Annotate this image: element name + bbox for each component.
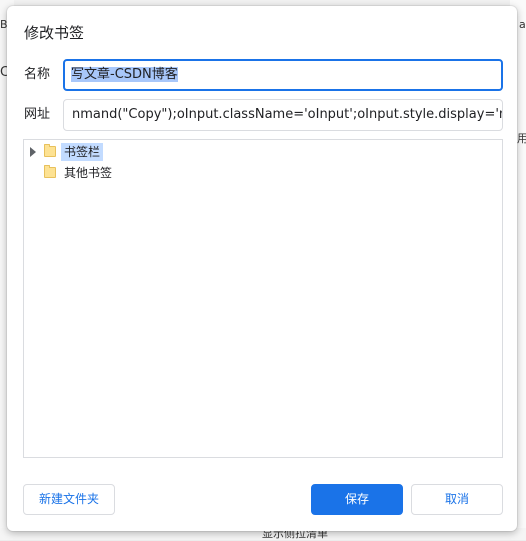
folder-icon (44, 165, 56, 178)
url-input-value: nmand("Copy");oInput.className='oInput';… (72, 107, 503, 122)
dialog-title: 修改书签 (24, 24, 85, 42)
edit-bookmark-dialog: 修改书签 名称 写文章-CSDN博客 网址 nmand("Copy");oInp… (7, 6, 517, 531)
new-folder-button[interactable]: 新建文件夹 (23, 484, 115, 515)
cancel-button[interactable]: 取消 (411, 484, 503, 515)
folder-tree[interactable]: 书签栏 其他书签 (23, 139, 503, 458)
tree-item-other-bookmarks[interactable]: 其他书签 (24, 163, 502, 183)
name-input[interactable]: 写文章-CSDN博客 (63, 59, 503, 91)
folder-icon (44, 144, 56, 157)
url-label: 网址 (24, 107, 51, 122)
background-text-fragment: 用 (517, 132, 526, 145)
tree-item-bookmarks-bar[interactable]: 书签栏 (24, 142, 502, 162)
name-label: 名称 (24, 67, 51, 82)
name-input-value: 写文章-CSDN博客 (71, 67, 178, 82)
expand-arrow-icon[interactable] (30, 147, 36, 157)
url-input[interactable]: nmand("Copy");oInput.className='oInput';… (63, 99, 503, 131)
background-text-fragment: a (519, 18, 526, 31)
tree-item-label: 其他书签 (64, 166, 113, 180)
save-button[interactable]: 保存 (311, 484, 403, 515)
tree-item-label: 书签栏 (61, 143, 104, 161)
